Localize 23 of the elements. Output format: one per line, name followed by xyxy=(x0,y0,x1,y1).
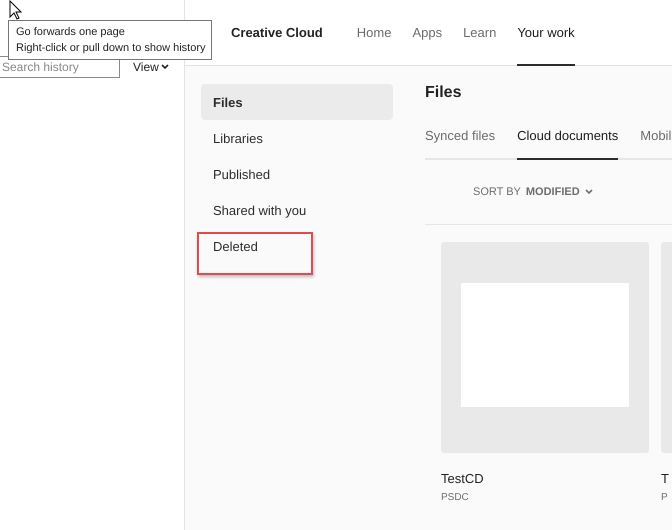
chevron-icon xyxy=(160,64,169,70)
tooltip-text: Right-click or pull down to show history xyxy=(16,41,206,56)
file-name: TestCD xyxy=(441,471,485,486)
file-type: P xyxy=(661,492,669,503)
tab[interactable]: Cloud documents xyxy=(517,128,618,160)
tab[interactable]: Mobil xyxy=(640,128,672,160)
page-title: Files xyxy=(425,84,462,103)
chevron-icon xyxy=(584,189,593,195)
file-name: T xyxy=(661,471,670,486)
file-type: PSDC xyxy=(441,492,470,503)
view-button[interactable]: View xyxy=(131,60,171,74)
sidebar-item[interactable]: Deleted xyxy=(201,228,393,264)
sidebar-item[interactable]: Shared with you xyxy=(201,192,393,228)
nav-tab[interactable]: Home xyxy=(356,0,392,66)
nav-tab[interactable]: Learn xyxy=(463,0,496,66)
tab[interactable]: Synced files xyxy=(425,128,496,160)
sidebar-item[interactable]: Files xyxy=(201,84,393,120)
sidebar-item[interactable]: Published xyxy=(201,156,393,192)
tooltip-text: Go forwards one page xyxy=(16,25,126,40)
nav-tab[interactable]: Apps xyxy=(412,0,442,66)
brand-name: Creative Cloud xyxy=(231,25,323,40)
sidebar-item[interactable]: Libraries xyxy=(201,120,393,156)
sort-button[interactable]: SORT BY MODIFIED xyxy=(473,186,593,198)
